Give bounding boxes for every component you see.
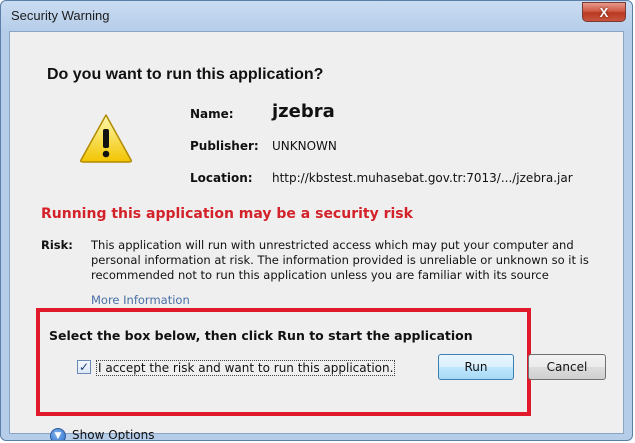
location-value: http://kbstest.muhasebat.gov.tr:7013/...… xyxy=(272,171,573,185)
window-title: Security Warning xyxy=(11,8,110,23)
security-warning-dialog: Security Warning X Do you want to run th… xyxy=(0,0,633,441)
risk-heading: Running this application may be a securi… xyxy=(41,206,413,222)
more-information-link[interactable]: More Information xyxy=(91,293,190,307)
risk-label: Risk: xyxy=(41,238,73,252)
close-icon: X xyxy=(599,4,609,20)
accept-risk-checkbox[interactable]: ✓ xyxy=(77,360,91,374)
app-name: jzebra xyxy=(272,101,335,122)
run-button[interactable]: Run xyxy=(438,354,514,380)
name-label: Name: xyxy=(190,107,234,121)
title-bar[interactable]: Security Warning X xyxy=(1,1,632,31)
accept-risk-label[interactable]: I accept the risk and want to run this a… xyxy=(96,360,396,376)
dialog-body: Do you want to run this application? Nam… xyxy=(9,31,624,440)
show-options-toggle[interactable]: Show Options xyxy=(72,428,155,440)
dialog-headline: Do you want to run this application? xyxy=(47,66,324,83)
risk-description: This application will run with unrestric… xyxy=(91,238,589,282)
cancel-button[interactable]: Cancel xyxy=(528,354,606,380)
publisher-label: Publisher: xyxy=(190,139,259,153)
publisher-value: UNKNOWN xyxy=(272,139,337,153)
location-label: Location: xyxy=(190,171,253,185)
close-button[interactable]: X xyxy=(582,2,626,22)
checkmark-icon: ✓ xyxy=(78,360,90,374)
warning-triangle-icon xyxy=(80,114,132,163)
chevron-down-icon[interactable]: ▼ xyxy=(50,428,66,440)
consent-instruction: Select the box below, then click Run to … xyxy=(49,328,473,343)
